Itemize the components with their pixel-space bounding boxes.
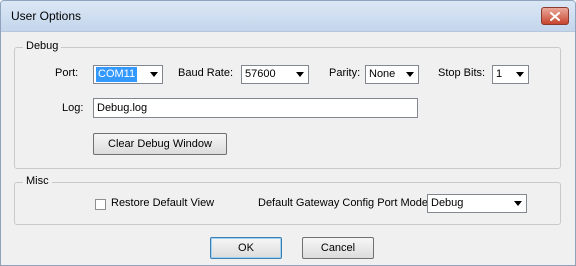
chevron-down-icon[interactable]: [510, 196, 525, 211]
restore-default-view-checkbox[interactable]: [95, 199, 106, 210]
log-label: Log:: [62, 102, 84, 114]
parity-select[interactable]: None: [365, 65, 419, 84]
baud-rate-select[interactable]: 57600: [241, 65, 309, 84]
port-value: COM11: [96, 67, 138, 82]
misc-group-label: Misc: [23, 175, 52, 187]
stop-bits-label: Stop Bits:: [438, 67, 486, 79]
close-icon: [550, 11, 560, 21]
title-bar: User Options: [1, 1, 575, 32]
parity-value: None: [369, 68, 396, 80]
gateway-mode-label: Default Gateway Config Port Mode:: [258, 197, 432, 209]
stop-bits-value: 1: [496, 68, 503, 80]
chevron-down-icon[interactable]: [146, 67, 161, 82]
cancel-button[interactable]: Cancel: [302, 237, 374, 259]
chevron-down-icon[interactable]: [292, 67, 307, 82]
baud-rate-label: Baud Rate:: [178, 67, 234, 79]
clear-debug-window-button[interactable]: Clear Debug Window: [93, 133, 227, 155]
window-title: User Options: [11, 9, 82, 23]
gateway-mode-select[interactable]: Debug: [427, 194, 527, 213]
close-button[interactable]: [541, 7, 569, 25]
user-options-dialog: User Options Debug Port: COM11 Baud Rate…: [0, 0, 576, 266]
gateway-mode-value: Debug: [431, 197, 464, 209]
stop-bits-select[interactable]: 1: [492, 65, 529, 84]
parity-label: Parity:: [329, 67, 361, 79]
misc-group: Misc Restore Default View Default Gatewa…: [14, 175, 561, 225]
port-select[interactable]: COM11: [93, 65, 163, 84]
debug-group: Debug Port: COM11 Baud Rate: 57600 Parit…: [14, 40, 561, 169]
log-file-input[interactable]: [93, 98, 418, 118]
ok-button[interactable]: OK: [210, 237, 282, 259]
baud-rate-value: 57600: [245, 68, 276, 80]
debug-group-label: Debug: [23, 40, 62, 52]
chevron-down-icon[interactable]: [512, 67, 527, 82]
chevron-down-icon[interactable]: [402, 67, 417, 82]
restore-default-view-label[interactable]: Restore Default View: [111, 197, 214, 209]
port-label: Port:: [55, 67, 79, 79]
